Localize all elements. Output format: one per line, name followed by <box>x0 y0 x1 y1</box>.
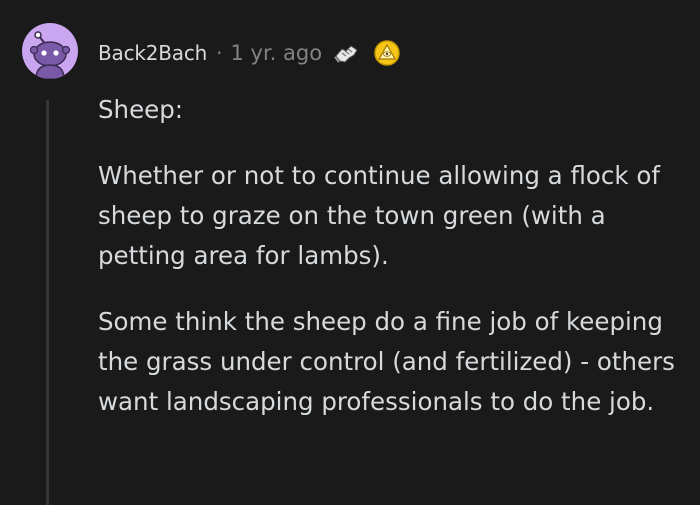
separator-dot: · <box>216 41 223 65</box>
comment-header: Back2Bach · 1 yr. ago <box>98 36 402 70</box>
thread-line[interactable] <box>46 100 49 505</box>
comment-paragraph: Sheep: <box>98 95 184 124</box>
gold-triangle-award-icon[interactable] <box>372 38 402 68</box>
snoo-avatar-icon <box>29 31 71 79</box>
username-link[interactable]: Back2Bach <box>98 41 207 65</box>
comment-paragraph: Some think the sheep do a fine job of ke… <box>98 307 675 416</box>
comment-body: Sheep: Whether or not to continue allowi… <box>98 90 688 422</box>
hands-shake-award-icon[interactable] <box>332 38 362 68</box>
avatar[interactable] <box>22 23 78 79</box>
comment-paragraph: Whether or not to continue allowing a fl… <box>98 161 660 270</box>
timestamp-link[interactable]: 1 yr. ago <box>231 41 323 65</box>
